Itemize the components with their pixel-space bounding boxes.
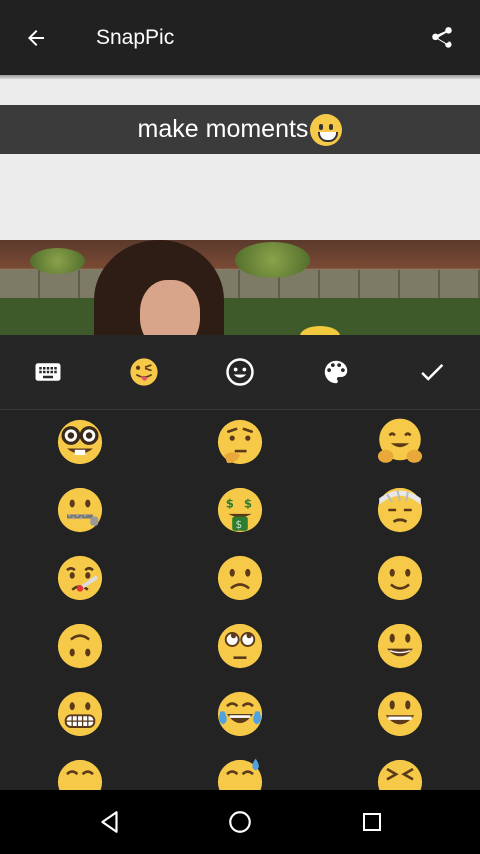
nav-home-button[interactable]	[216, 800, 264, 844]
head-bandage-emoji[interactable]	[370, 480, 430, 540]
share-icon	[432, 27, 452, 48]
slightly-frowning-emoji[interactable]	[210, 548, 270, 608]
nerd-face-emoji[interactable]	[50, 412, 110, 472]
nav-back-button[interactable]	[86, 800, 134, 844]
app-title: SnapPic	[96, 26, 175, 49]
slightly-frowning-icon	[217, 555, 263, 601]
sweat-smile-emoji[interactable]	[210, 752, 270, 790]
nav-home-icon	[229, 811, 251, 833]
laughing-emoji[interactable]	[370, 752, 430, 790]
grimacing-emoji[interactable]	[50, 684, 110, 744]
nav-recents-icon	[363, 813, 381, 831]
keyboard-icon	[35, 363, 61, 381]
smiley-icon	[226, 358, 254, 386]
grinning-emoji[interactable]	[50, 752, 110, 790]
zipper-mouth-icon	[57, 487, 103, 533]
sweat-smile-icon	[217, 758, 263, 790]
upside-down-face-icon	[57, 623, 103, 669]
confirm-button[interactable]	[408, 348, 456, 396]
svg-text:$: $	[244, 496, 252, 510]
thermometer-face-emoji[interactable]	[50, 548, 110, 608]
photo-hedge	[0, 298, 480, 335]
photo-person-face	[140, 280, 200, 335]
app-bar: SnapPic	[0, 0, 480, 75]
grimacing-icon	[57, 691, 103, 737]
photo-plant	[30, 248, 85, 274]
grinning-emoji-icon	[310, 113, 343, 146]
slightly-smiling-emoji[interactable]	[370, 548, 430, 608]
keyboard-tab[interactable]	[24, 348, 72, 396]
palette-icon	[324, 360, 348, 384]
share-button[interactable]	[420, 16, 464, 60]
smiley-emoji[interactable]	[370, 616, 430, 676]
color-tab[interactable]	[312, 348, 360, 396]
head-bandage-icon	[377, 487, 423, 533]
thinking-face-emoji[interactable]	[210, 412, 270, 472]
emoji-grid: $ $ $	[0, 410, 480, 790]
svg-text:$: $	[226, 496, 234, 510]
emoji-toolbar	[0, 335, 480, 410]
svg-text:$: $	[235, 519, 242, 531]
zipper-mouth-emoji[interactable]	[50, 480, 110, 540]
photo	[0, 240, 480, 335]
joy-icon	[217, 691, 263, 737]
caption-text: make moments	[137, 115, 309, 143]
nerd-face-icon	[57, 419, 103, 465]
joy-emoji[interactable]	[210, 684, 270, 744]
nav-recents-button[interactable]	[348, 800, 396, 844]
smiley-tab[interactable]	[216, 348, 264, 396]
money-mouth-icon: $ $$	[217, 487, 263, 533]
emoji-category-tab[interactable]	[120, 348, 168, 396]
check-icon	[421, 364, 444, 381]
photo-plant	[235, 242, 310, 278]
smile-icon	[377, 691, 423, 737]
back-button[interactable]	[14, 16, 58, 60]
laughing-icon	[377, 759, 423, 790]
rolling-eyes-emoji[interactable]	[210, 616, 270, 676]
system-nav-bar	[0, 790, 480, 854]
thinking-face-icon	[217, 419, 263, 465]
slightly-smiling-icon	[377, 555, 423, 601]
thermometer-face-icon	[57, 555, 103, 601]
money-mouth-emoji[interactable]: $ $ $	[210, 480, 270, 540]
grinning-icon	[57, 759, 103, 790]
smile-emoji[interactable]	[370, 684, 430, 744]
smiley-face-icon	[377, 623, 423, 669]
rolling-eyes-icon	[217, 623, 263, 669]
caption-bar[interactable]: make moments	[0, 105, 480, 154]
hugging-face-icon	[377, 418, 423, 463]
upside-down-face-emoji[interactable]	[50, 616, 110, 676]
arrow-back-icon	[28, 30, 44, 46]
image-canvas[interactable]: make moments	[0, 79, 480, 335]
hugging-face-emoji[interactable]	[370, 412, 430, 472]
nav-back-icon	[101, 811, 118, 833]
winking-tongue-emoji-icon	[130, 358, 158, 386]
